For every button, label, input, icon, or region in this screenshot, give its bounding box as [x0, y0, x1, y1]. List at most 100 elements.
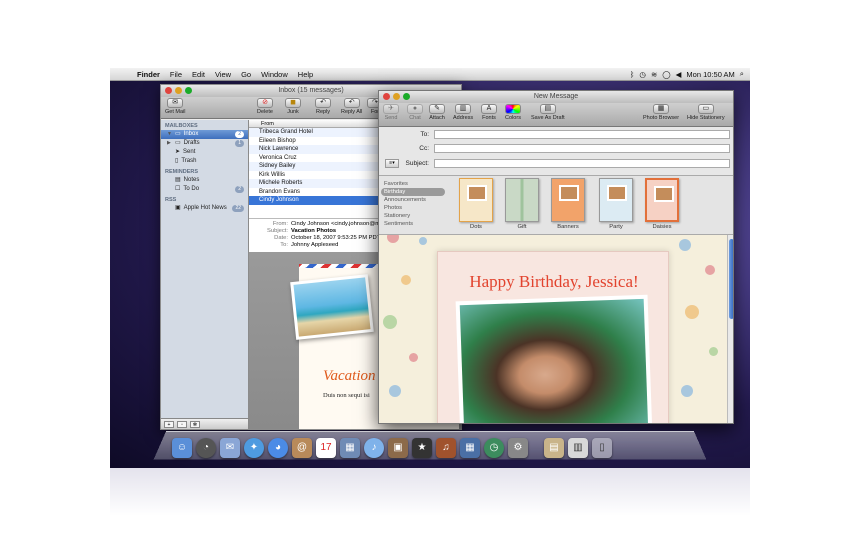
- unread-badge: 2: [235, 131, 244, 138]
- mail-window-title: Inbox (15 messages): [278, 87, 344, 94]
- delete-button[interactable]: ⊘ Delete: [257, 98, 273, 115]
- cc-field[interactable]: [434, 144, 730, 153]
- sidebar-item-sent[interactable]: ➤ Sent: [161, 148, 248, 157]
- colors-button[interactable]: Colors: [505, 104, 521, 121]
- save-as-draft-button[interactable]: ▤ Save As Draft: [531, 104, 565, 121]
- drafts-badge: 1: [235, 140, 244, 147]
- dashboard-icon[interactable]: ◔: [196, 438, 216, 458]
- sidebar-item-notes[interactable]: ▤ Notes: [161, 176, 248, 185]
- time-machine-dock-icon[interactable]: ◷: [484, 438, 504, 458]
- sidebar-item-trash[interactable]: ▯ Trash: [161, 157, 248, 166]
- chat-button[interactable]: ● Chat: [407, 104, 423, 121]
- template-gift[interactable]: [505, 178, 539, 222]
- zoom-icon[interactable]: [185, 87, 192, 94]
- category-stationery[interactable]: Stationery: [381, 212, 445, 220]
- junk-button[interactable]: ◼ Junk: [285, 98, 301, 115]
- attach-button[interactable]: ✎ Attach: [429, 104, 445, 121]
- wifi-icon[interactable]: ≋: [651, 70, 657, 79]
- compose-scrollbar[interactable]: [727, 235, 733, 423]
- category-birthday[interactable]: Birthday: [381, 188, 445, 196]
- hide-stationery-button[interactable]: ▭ Hide Stationery: [687, 104, 725, 121]
- notes-icon: ▤: [175, 177, 181, 183]
- message-compose-area[interactable]: Happy Birthday, Jessica!: [379, 235, 727, 423]
- minimize-icon[interactable]: [393, 93, 400, 100]
- reply-button[interactable]: ↶ Reply: [315, 98, 331, 115]
- color-wheel-icon: [505, 104, 521, 114]
- add-mailbox-icon[interactable]: +: [164, 421, 174, 428]
- zoom-icon[interactable]: [403, 93, 410, 100]
- scroll-thumb[interactable]: [729, 239, 733, 319]
- volume-icon[interactable]: ◀: [676, 70, 682, 79]
- category-photos[interactable]: Photos: [381, 204, 445, 212]
- template-party[interactable]: [599, 178, 633, 222]
- reply-all-button[interactable]: ↶ Reply All: [341, 98, 362, 115]
- stationery-icon: ▭: [697, 104, 714, 114]
- show-activity-icon[interactable]: ▫: [177, 421, 187, 428]
- category-favorites[interactable]: Favorites: [381, 180, 445, 188]
- menu-edit[interactable]: Edit: [187, 70, 210, 79]
- sidebar-item-todo[interactable]: ☐ To Do 2: [161, 185, 248, 194]
- compose-toolbar: ✈ Send ● Chat ✎ Attach ▥ Address A Fonts Colo…: [379, 103, 733, 127]
- header-subject: Vacation Photos: [291, 228, 337, 234]
- photos-stack-icon[interactable]: ▤: [544, 438, 564, 458]
- iphoto-icon[interactable]: ▣: [388, 438, 408, 458]
- header-to[interactable]: Johnny Appleseed: [291, 242, 338, 249]
- time-machine-icon[interactable]: ◷: [639, 70, 646, 79]
- menu-go[interactable]: Go: [236, 70, 256, 79]
- address-book-dock-icon[interactable]: @: [292, 438, 312, 458]
- template-banners[interactable]: [551, 178, 585, 222]
- trash-dock-icon[interactable]: ▯: [592, 438, 612, 458]
- safari-icon[interactable]: ✦: [244, 438, 264, 458]
- get-mail-button[interactable]: ✉ Get Mail: [165, 98, 185, 115]
- itunes-icon[interactable]: ♪: [364, 438, 384, 458]
- fonts-button[interactable]: A Fonts: [481, 104, 497, 121]
- send-button[interactable]: ✈ Send: [383, 104, 399, 121]
- header-from[interactable]: Cindy Johnson <cindy.johnson@ma: [291, 221, 383, 228]
- to-field[interactable]: [434, 130, 730, 139]
- menu-app-name[interactable]: Finder: [132, 70, 165, 79]
- subject-field[interactable]: [434, 159, 730, 168]
- template-dots[interactable]: [459, 178, 493, 222]
- bluetooth-icon[interactable]: ᛒ: [630, 70, 635, 79]
- desktop: Finder File Edit View Go Window Help ᛒ ◷…: [110, 68, 750, 468]
- paperclip-icon: ✎: [429, 104, 445, 114]
- clock[interactable]: Mon 10:50 AM: [686, 70, 734, 79]
- sidebar-item-drafts[interactable]: ▶ ▭ Drafts 1: [161, 139, 248, 148]
- menu-window[interactable]: Window: [256, 70, 293, 79]
- card-title[interactable]: Happy Birthday, Jessica!: [438, 272, 670, 292]
- system-preferences-icon[interactable]: ⚙: [508, 438, 528, 458]
- template-daisies[interactable]: [645, 178, 679, 222]
- category-sentiments[interactable]: Sentiments: [381, 220, 445, 228]
- dock-icons: ☺ ◔ ✉ ✦ ◕ @ 17 ▦ ♪ ▣ ★ ♫ ▦ ◷ ⚙ ▤ ▥ ▯: [172, 432, 692, 458]
- spaces-icon[interactable]: ▦: [460, 438, 480, 458]
- disclosure-triangle-icon[interactable]: ▶: [167, 139, 171, 148]
- sent-icon: ➤: [175, 149, 181, 155]
- action-gear-icon[interactable]: ✻: [190, 421, 200, 428]
- inbox-icon: ▭: [175, 131, 181, 137]
- minimize-icon[interactable]: [175, 87, 182, 94]
- imovie-icon[interactable]: ★: [412, 438, 432, 458]
- photo-browser-button[interactable]: ▦ Photo Browser: [643, 104, 679, 121]
- chat-status-icon[interactable]: ◯: [662, 70, 670, 79]
- spotlight-icon[interactable]: ⌕: [740, 69, 744, 79]
- sidebar-item-inbox[interactable]: ▼ ▭ Inbox 2: [161, 130, 248, 139]
- menu-view[interactable]: View: [210, 70, 236, 79]
- garageband-icon[interactable]: ♫: [436, 438, 456, 458]
- preview-icon[interactable]: ▦: [340, 438, 360, 458]
- header-date: October 18, 2007 9:53:25 PM PDT: [291, 235, 381, 241]
- menu-file[interactable]: File: [165, 70, 187, 79]
- ical-icon[interactable]: 17: [316, 438, 336, 458]
- subject-label: Subject:: [405, 160, 430, 167]
- close-icon[interactable]: [165, 87, 172, 94]
- close-icon[interactable]: [383, 93, 390, 100]
- address-button[interactable]: ▥ Address: [453, 104, 473, 121]
- card-photo[interactable]: [455, 294, 653, 423]
- disclosure-triangle-icon[interactable]: ▼: [167, 130, 172, 139]
- mail-icon[interactable]: ✉: [220, 438, 240, 458]
- documents-stack-icon[interactable]: ▥: [568, 438, 588, 458]
- ichat-icon[interactable]: ◕: [268, 438, 288, 458]
- finder-icon[interactable]: ☺: [172, 438, 192, 458]
- menu-help[interactable]: Help: [293, 70, 318, 79]
- category-announcements[interactable]: Announcements: [381, 196, 445, 204]
- sidebar-item-apple-hot-news[interactable]: ▣ Apple Hot News 22: [161, 204, 248, 213]
